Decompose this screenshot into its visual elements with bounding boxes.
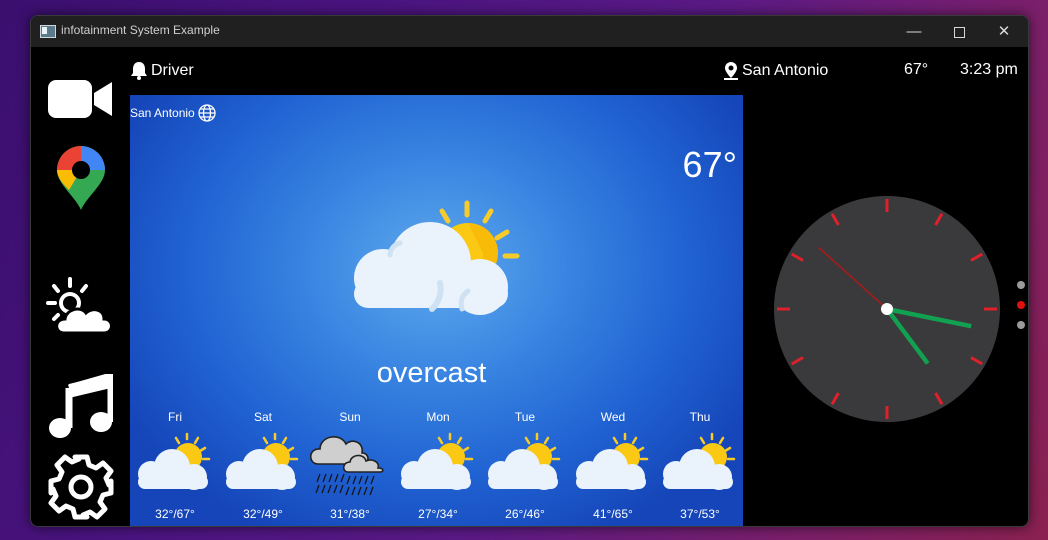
forecast-day[interactable]: Fri 32°/67° bbox=[131, 410, 219, 521]
partly-sunny-icon bbox=[569, 426, 657, 496]
partly-cloudy-icon bbox=[354, 200, 520, 315]
driver-profile[interactable]: Driver bbox=[130, 61, 194, 80]
sidebar-item-camera[interactable] bbox=[41, 64, 121, 134]
app-window: infotainment System Example — ✕ Driver S… bbox=[30, 15, 1029, 527]
forecast-day-name: Sun bbox=[339, 410, 361, 424]
bell-icon bbox=[131, 62, 147, 80]
forecast-day[interactable]: Sat 32°/49° bbox=[219, 410, 307, 521]
forecast-temp-range: 27°/34° bbox=[418, 507, 458, 521]
music-note-icon bbox=[49, 374, 113, 438]
forecast-day[interactable]: Sun 31°/38° bbox=[306, 410, 394, 521]
page-dot[interactable] bbox=[1017, 321, 1025, 329]
forecast-temp-range: 32°/49° bbox=[243, 507, 283, 521]
forecast-day-name: Mon bbox=[426, 410, 450, 424]
location-label: San Antonio bbox=[742, 62, 829, 79]
forecast-day-name: Sat bbox=[253, 410, 272, 424]
partly-sunny-icon bbox=[131, 426, 219, 496]
clock-center-pin bbox=[881, 303, 893, 315]
weather-icon bbox=[46, 277, 113, 335]
forecast-temp-range: 32°/67° bbox=[155, 507, 195, 521]
forecast-temp-range: 26°/46° bbox=[505, 507, 545, 521]
partly-sunny-icon bbox=[481, 426, 569, 496]
forecast-day-name: Thu bbox=[689, 410, 711, 424]
maximize-icon bbox=[953, 26, 965, 38]
topbar-time: 3:23 pm bbox=[960, 61, 1018, 78]
maximize-button[interactable] bbox=[936, 16, 982, 47]
analog-clock[interactable] bbox=[773, 195, 1001, 423]
window-title: infotainment System Example bbox=[61, 23, 220, 37]
forecast-day-name: Fri bbox=[168, 410, 182, 424]
sidebar-item-maps[interactable] bbox=[41, 144, 121, 214]
page-dot[interactable] bbox=[1017, 301, 1025, 309]
clock-panel bbox=[743, 95, 1028, 526]
page-indicator bbox=[1017, 281, 1025, 341]
forecast-strip: Fri 32°/67° Sat 32°/49° Sun 31°/38° Mon … bbox=[130, 410, 743, 526]
gear-icon bbox=[48, 454, 114, 520]
location-indicator: San Antonio bbox=[723, 61, 828, 81]
weather-location[interactable]: San Antonio bbox=[130, 104, 216, 122]
partly-sunny-icon bbox=[394, 426, 482, 496]
forecast-day[interactable]: Tue 26°/46° bbox=[481, 410, 569, 521]
driver-label: Driver bbox=[151, 61, 194, 79]
forecast-day[interactable]: Thu 37°/53° bbox=[656, 410, 743, 521]
weather-condition: overcast bbox=[376, 357, 487, 389]
sidebar-item-weather[interactable] bbox=[41, 272, 121, 342]
rain-cloud-icon bbox=[306, 426, 394, 496]
forecast-day-name: Wed bbox=[600, 410, 626, 424]
weather-location-label: San Antonio bbox=[130, 106, 195, 120]
minimize-button[interactable]: — bbox=[891, 16, 937, 47]
page-dot[interactable] bbox=[1017, 281, 1025, 289]
weather-panel: San Antonio 67° overcast Fri 32°/67° Sat… bbox=[130, 95, 743, 526]
forecast-temp-range: 31°/38° bbox=[330, 507, 370, 521]
topbar-temperature: 67° bbox=[904, 61, 929, 78]
map-pin-icon bbox=[57, 146, 105, 210]
video-camera-icon bbox=[48, 80, 112, 118]
sidebar-item-music[interactable] bbox=[41, 372, 121, 442]
forecast-day[interactable]: Wed 41°/65° bbox=[569, 410, 657, 521]
current-temperature: 67° bbox=[682, 144, 737, 185]
forecast-temp-range: 37°/53° bbox=[680, 507, 720, 521]
forecast-day[interactable]: Mon 27°/34° bbox=[394, 410, 482, 521]
forecast-day-name: Tue bbox=[514, 410, 536, 424]
forecast-temp-range: 41°/65° bbox=[593, 507, 633, 521]
status-bar: Driver San Antonio 67° 3:23 pm bbox=[130, 47, 1028, 95]
close-button[interactable]: ✕ bbox=[981, 16, 1027, 47]
location-pin-icon bbox=[724, 62, 738, 80]
globe-icon bbox=[198, 104, 216, 122]
sidebar-item-settings[interactable] bbox=[41, 452, 121, 522]
partly-sunny-icon bbox=[656, 426, 743, 496]
app-icon bbox=[40, 25, 56, 38]
title-bar: infotainment System Example — ✕ bbox=[31, 16, 1028, 47]
partly-sunny-icon bbox=[219, 426, 307, 496]
sidebar bbox=[31, 47, 130, 526]
